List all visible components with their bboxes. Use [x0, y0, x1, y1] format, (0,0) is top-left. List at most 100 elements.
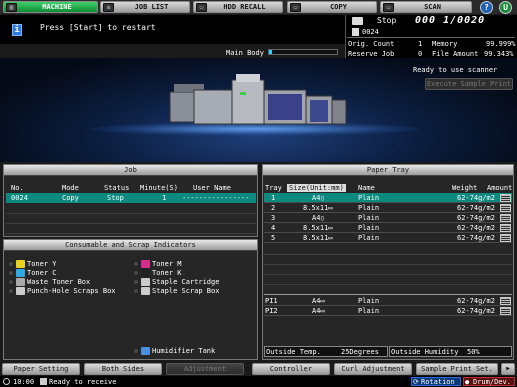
toner-m-icon	[141, 260, 150, 268]
info-icon: i	[12, 24, 22, 36]
punch-scraps-indicator	[8, 288, 14, 294]
toner-k-indicator	[133, 270, 139, 276]
tab-machine[interactable]: ▤ MACHINE	[3, 1, 98, 13]
job-list-icon: ≡	[103, 2, 114, 12]
punch-scraps-icon	[16, 287, 25, 295]
toner-c-label: Toner C	[27, 269, 57, 277]
sample-print-set-button[interactable]: Sample Print Set.	[416, 363, 498, 375]
toner-y-label: Toner Y	[27, 260, 57, 268]
staple-scrap-icon	[141, 287, 150, 295]
controller-button[interactable]: Controller	[252, 363, 330, 375]
pi2-weight: 62-74g/m2	[457, 307, 495, 315]
tray-2-amount-gauge	[500, 204, 511, 212]
scanner-ready-text: Ready to use scanner	[413, 66, 498, 74]
both-sides-button[interactable]: Both Sides	[84, 363, 162, 375]
waste-toner-icon	[16, 278, 25, 286]
punch-scraps-label: Punch-Hole Scraps Box	[27, 287, 116, 295]
consumables-panel: Consumable and Scrap Indicators	[3, 239, 258, 360]
tray-3-weight: 62-74g/m2	[457, 214, 495, 222]
current-job-id: 0024	[362, 28, 379, 36]
rotation-icon: ⟳	[413, 378, 419, 386]
toner-k-label: Toner K	[152, 269, 182, 277]
waste-toner-indicator	[8, 279, 14, 285]
consumables-title: Consumable and Scrap Indicators	[4, 240, 257, 251]
pi1-weight: 62-74g/m2	[457, 297, 495, 305]
job-minutes: 1	[162, 194, 167, 202]
reserve-job-value: 0	[418, 50, 423, 58]
tray-col-name: Name	[358, 184, 375, 192]
machine-icon: ▤	[6, 2, 17, 12]
tab-scan-label: SCAN	[424, 3, 441, 11]
hdd-icon: ▭	[196, 2, 207, 12]
orig-count-value: 1	[418, 40, 423, 48]
toner-y-indicator	[8, 261, 14, 267]
paper-setting-button[interactable]: Paper Setting	[2, 363, 80, 375]
next-page-arrow-icon[interactable]: ▶	[501, 363, 515, 375]
job-col-status: Status	[104, 184, 130, 192]
receive-status: Ready to receive	[49, 378, 117, 386]
job-status: Stop	[107, 194, 124, 202]
job-mode: Copy	[62, 194, 79, 202]
tray-2-name: Plain	[358, 204, 380, 212]
tray-5-amount-gauge	[500, 234, 511, 242]
tray-5-name: Plain	[358, 234, 380, 242]
pi1-name: Plain	[358, 297, 380, 305]
tray-divider	[264, 294, 512, 295]
file-amount-value: 99.343%	[484, 50, 514, 58]
tab-job-list[interactable]: ≡ JOB LIST	[100, 1, 190, 13]
tray-3-name: Plain	[358, 214, 380, 222]
outside-humidity-label: Outside Humidity	[391, 348, 459, 356]
job-no: 0024	[11, 194, 28, 202]
tray-5-weight: 62-74g/m2	[457, 234, 495, 242]
curl-adjustment-button[interactable]: Curl Adjustment	[334, 363, 412, 375]
tray-4-amount-gauge	[500, 224, 511, 232]
tab-copy[interactable]: ▭ COPY	[287, 1, 377, 13]
main-body-label: Main Body	[226, 49, 264, 57]
divider	[347, 37, 515, 38]
tray-3-size: A4▯	[312, 214, 325, 222]
pi1-size: A4▭	[312, 297, 325, 305]
job-col-minutes: Minute(S)	[140, 184, 178, 192]
humidifier-indicator	[133, 348, 139, 354]
toner-m-label: Toner M	[152, 260, 182, 268]
outside-temp-label: Outside Temp.	[266, 348, 321, 356]
copy-icon: ▭	[290, 2, 301, 12]
tray-5-size: 8.5x11▭	[303, 234, 333, 242]
tab-scan[interactable]: ▭ SCAN	[380, 1, 472, 13]
drum-dev-icon: ●	[465, 378, 470, 386]
adjustment-button[interactable]: Adjustment	[166, 363, 244, 375]
tray-5-id: 5	[271, 234, 276, 242]
tray-1-name: Plain	[358, 194, 380, 202]
humidifier-label: Humidifier Tank	[152, 347, 216, 355]
job-empty-rows	[6, 204, 256, 235]
pi2-amount-gauge	[500, 307, 511, 315]
job-icon	[352, 28, 359, 36]
tab-copy-label: COPY	[330, 3, 347, 11]
staple-cartridge-label: Staple Cartridge	[152, 278, 220, 286]
toner-c-indicator	[8, 270, 14, 276]
utility-button[interactable]: U	[499, 1, 512, 14]
drum-dev-label: Drum/Dev.	[473, 378, 511, 386]
toner-y-icon	[16, 260, 25, 268]
outside-humidity-value: 50%	[467, 348, 480, 356]
machine-state: Stop	[377, 16, 397, 25]
memory-label: Memory	[432, 40, 458, 48]
tray-4-size: 8.5x11▭	[303, 224, 333, 232]
orig-count-label: Orig. Count	[348, 40, 395, 48]
tab-hdd-recall[interactable]: ▭ HDD RECALL	[193, 1, 283, 13]
staple-scrap-label: Staple Scrap Box	[152, 287, 220, 295]
reserve-job-label: Reserve Job	[348, 50, 395, 58]
help-button[interactable]: ?	[480, 1, 493, 14]
outside-temp-value: 25Degrees	[341, 348, 379, 356]
tray-2-size: 8.5x11▭	[303, 204, 333, 212]
tray-col-weight: Weight	[452, 184, 478, 192]
toner-m-indicator	[133, 261, 139, 267]
toner-k-icon	[141, 269, 150, 277]
execute-sample-print-button[interactable]: Execute Sample Print	[425, 78, 513, 90]
main-body-meter-fill	[269, 50, 272, 54]
clock-icon	[3, 378, 10, 385]
staple-cartridge-indicator	[133, 279, 139, 285]
memory-value: 99.999%	[486, 40, 516, 48]
pi1-amount-gauge	[500, 297, 511, 305]
job-panel-title: Job	[4, 165, 257, 176]
